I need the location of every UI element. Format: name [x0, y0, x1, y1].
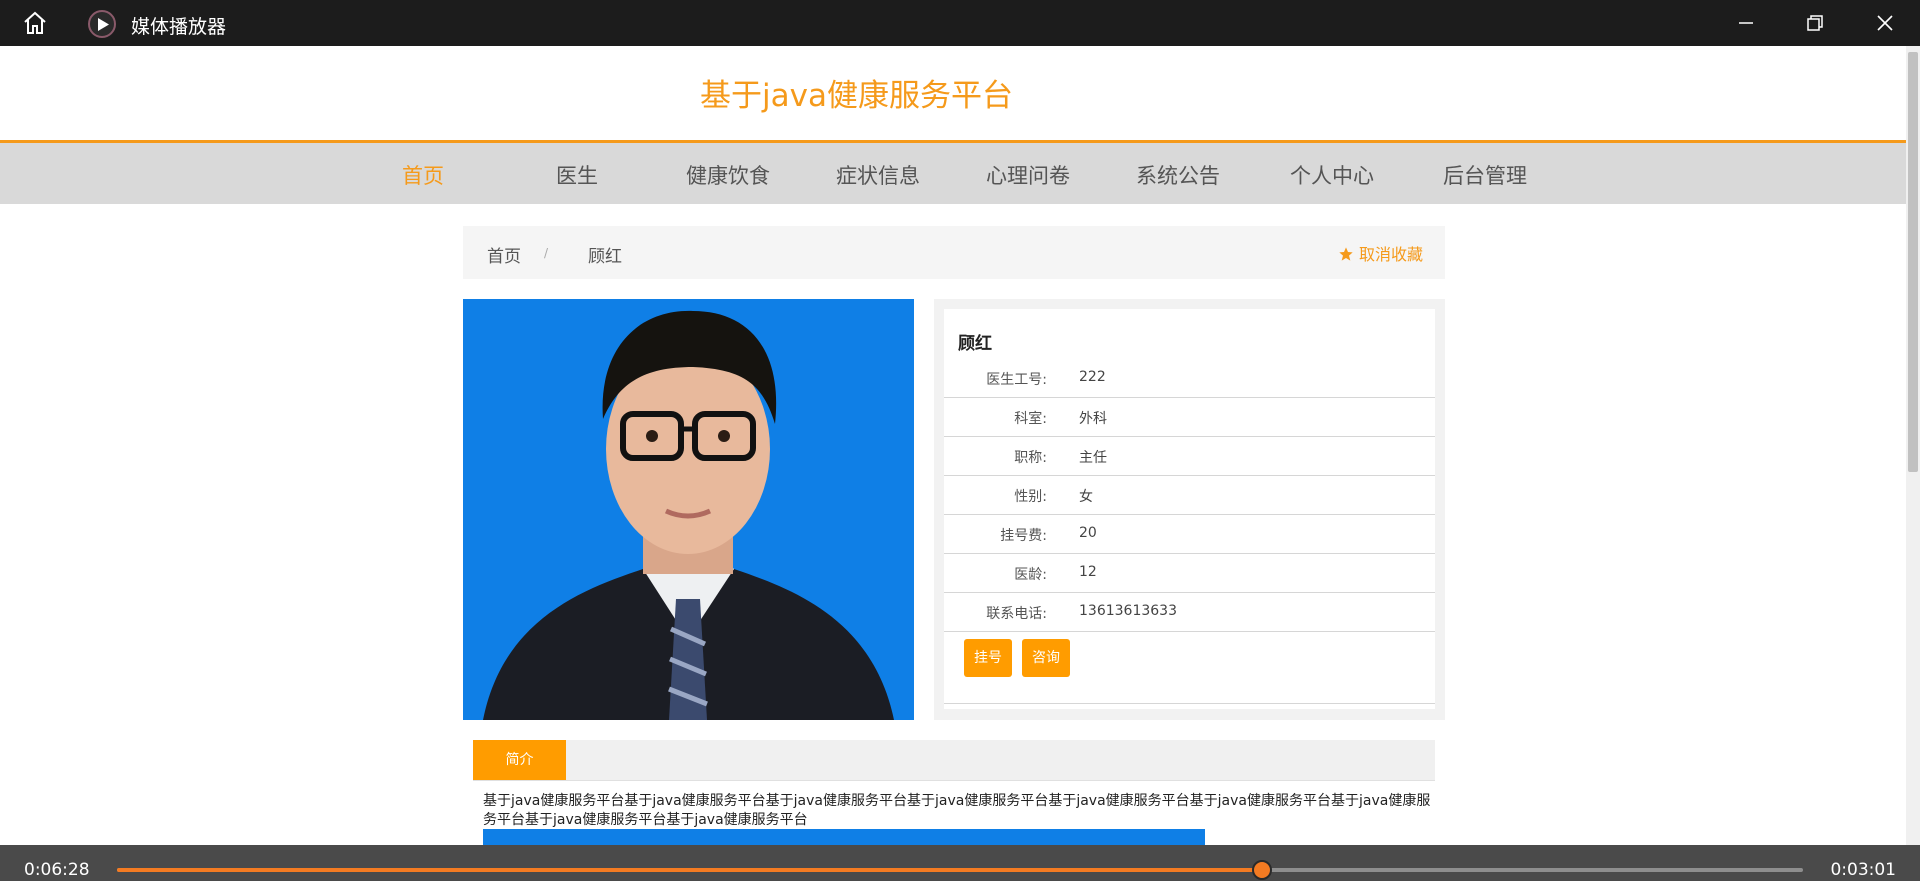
close-icon[interactable]: [1873, 12, 1897, 34]
tab-intro[interactable]: 简介: [473, 740, 566, 780]
unfavorite-button[interactable]: 取消收藏: [1338, 241, 1423, 265]
info-row: 性别: 女: [944, 475, 1435, 515]
info-row: 职称: 主任: [944, 436, 1435, 476]
current-time: 0:06:28: [24, 860, 90, 880]
page-scrollbar[interactable]: [1906, 46, 1920, 846]
field-value: 外科: [1079, 411, 1107, 427]
info-row: 医龄: 12: [944, 553, 1435, 593]
field-label: 联系电话:: [986, 606, 1047, 622]
nav-item-profile[interactable]: 个人中心: [1290, 160, 1374, 190]
star-icon: [1339, 247, 1353, 261]
seek-progress: [117, 868, 1262, 872]
nav-item-diet[interactable]: 健康饮食: [686, 160, 770, 190]
media-controls: 0:06:28 0:03:01: [0, 845, 1920, 881]
doctor-info-card: 顾红 医生工号: 222 科室: 外科 职称: 主任 性别: 女 挂号费: 20…: [934, 299, 1445, 720]
window-title: 媒体播放器: [131, 16, 227, 38]
scrollbar-thumb[interactable]: [1908, 52, 1918, 472]
info-row: 挂号费: 20: [944, 514, 1435, 554]
seek-bar[interactable]: [117, 860, 1803, 880]
consult-button[interactable]: 咨询: [1022, 639, 1070, 677]
detail-tabs: 简介: [473, 740, 1435, 781]
info-row: 联系电话: 13613613633: [944, 592, 1435, 632]
field-value: 20: [1079, 525, 1097, 541]
title-bar: 媒体播放器: [0, 0, 1920, 46]
breadcrumb-home[interactable]: 首页: [487, 242, 521, 267]
info-row: 科室: 外科: [944, 397, 1435, 437]
intro-text: 基于java健康服务平台基于java健康服务平台基于java健康服务平台基于ja…: [483, 793, 1431, 828]
nav-item-announcements[interactable]: 系统公告: [1136, 160, 1220, 190]
field-label: 科室:: [1014, 411, 1047, 427]
field-value: 222: [1079, 369, 1106, 385]
restore-icon[interactable]: [1803, 12, 1827, 34]
nav-item-doctors[interactable]: 医生: [556, 160, 598, 190]
divider: [944, 703, 1435, 704]
main-nav: 首页 医生 健康饮食 症状信息 心理问卷 系统公告 个人中心 后台管理: [0, 140, 1906, 204]
home-icon[interactable]: [22, 11, 48, 35]
doctor-photo: [463, 299, 914, 720]
field-value: 12: [1079, 564, 1097, 580]
site-title: 基于java健康服务平台: [700, 78, 1013, 114]
minimize-icon[interactable]: [1734, 12, 1758, 34]
field-value: 女: [1079, 489, 1093, 505]
field-label: 医龄:: [1014, 567, 1047, 583]
field-label: 职称:: [1014, 450, 1047, 466]
doctor-info-panel: 顾红 医生工号: 222 科室: 外科 职称: 主任 性别: 女 挂号费: 20…: [944, 309, 1435, 709]
field-label: 性别:: [1014, 489, 1047, 505]
seek-handle[interactable]: [1251, 860, 1272, 880]
unfavorite-label: 取消收藏: [1358, 245, 1423, 264]
nav-item-questionnaire[interactable]: 心理问卷: [986, 160, 1070, 190]
field-label: 医生工号:: [986, 372, 1047, 388]
info-row: 医生工号: 222: [944, 358, 1435, 398]
register-button[interactable]: 挂号: [964, 639, 1012, 677]
media-player-icon: [88, 10, 116, 38]
breadcrumb: 首页 / 顾红 取消收藏: [463, 226, 1445, 279]
breadcrumb-separator: /: [544, 246, 549, 260]
field-value: 主任: [1079, 450, 1107, 466]
doctor-name: 顾红: [958, 334, 992, 354]
field-label: 挂号费:: [1000, 528, 1047, 544]
nav-item-symptoms[interactable]: 症状信息: [836, 160, 920, 190]
field-value[interactable]: 13613613633: [1079, 603, 1177, 619]
nav-item-home[interactable]: 首页: [402, 160, 444, 190]
breadcrumb-current: 顾红: [588, 247, 622, 267]
nav-item-admin[interactable]: 后台管理: [1443, 160, 1527, 190]
total-time: 0:03:01: [1830, 860, 1896, 880]
